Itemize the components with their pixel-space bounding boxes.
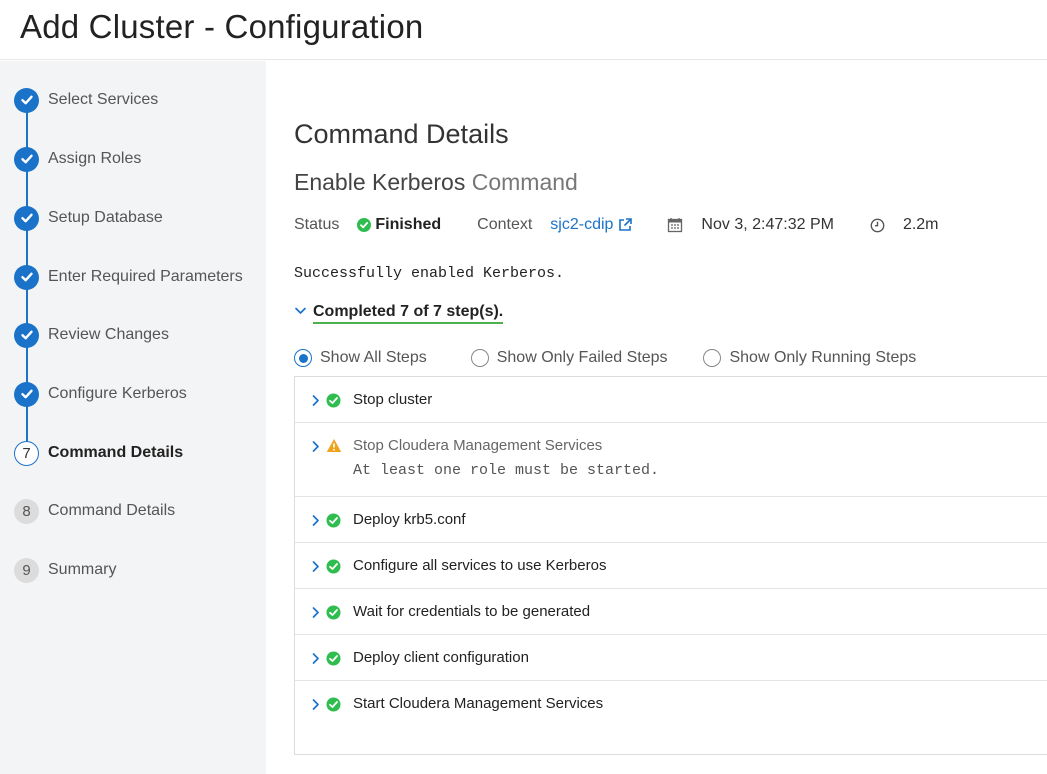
step-name: Start Cloudera Management Services <box>353 695 604 712</box>
wizard-step-configure-kerberos[interactable]: Configure Kerberos <box>14 381 187 407</box>
check-icon <box>14 381 39 407</box>
step-name: Configure all services to use Kerberos <box>353 557 607 574</box>
chevron-right-icon[interactable] <box>311 698 321 716</box>
command-status-row: Status Finished Context sjc2-cdip Nov 3,… <box>294 214 939 236</box>
duration: 2.2m <box>902 216 939 233</box>
command-step-row[interactable]: Stop cluster <box>295 377 1047 423</box>
context-link[interactable]: sjc2-cdip <box>550 216 613 234</box>
steps-summary-toggle[interactable]: Completed 7 of 7 step(s). <box>294 302 504 324</box>
command-step-row[interactable]: Wait for credentials to be generated <box>295 589 1047 635</box>
filter-label: Show All Steps <box>320 349 427 366</box>
check-icon <box>14 322 39 348</box>
step-name: Wait for credentials to be generated <box>353 603 591 620</box>
success-icon <box>326 559 341 579</box>
wizard-step-label: Command Details <box>48 502 176 519</box>
page-header: Add Cluster - Configuration <box>0 0 1047 60</box>
step-name: Stop cluster <box>353 391 433 408</box>
chevron-right-icon[interactable] <box>311 560 321 578</box>
wizard-step-summary: 9 Summary <box>14 557 116 583</box>
wizard-step-command-details-current[interactable]: 7 Command Details <box>14 440 183 466</box>
step-filter-group: Show All Steps Show Only Failed Steps Sh… <box>294 347 916 369</box>
section-title: Command Details <box>294 119 509 149</box>
step-name: Deploy client configuration <box>353 649 529 666</box>
filter-label: Show Only Failed Steps <box>496 349 668 366</box>
steps-summary-text: Completed 7 of 7 step(s). <box>313 303 504 324</box>
step-name: Stop Cloudera Management Services <box>353 437 603 454</box>
chevron-right-icon[interactable] <box>311 652 321 670</box>
success-icon <box>326 513 341 533</box>
radio-icon[interactable] <box>703 349 722 367</box>
context-label: Context <box>477 216 533 233</box>
check-icon <box>14 264 39 290</box>
external-link-icon[interactable] <box>617 217 633 233</box>
radio-icon[interactable] <box>470 349 489 367</box>
command-step-row[interactable]: Stop Cloudera Management Services At lea… <box>295 423 1047 497</box>
command-steps-list: Stop cluster Stop Cloudera Management Se… <box>294 376 1047 755</box>
success-icon <box>326 697 341 717</box>
status-value: Finished <box>375 216 442 233</box>
filter-show-running-steps[interactable]: Show Only Running Steps <box>703 349 916 367</box>
command-step-row[interactable]: Configure all services to use Kerberos <box>295 543 1047 589</box>
success-icon <box>326 605 341 625</box>
step-detail: At least one role must be started. <box>353 462 660 479</box>
wizard-step-assign-roles[interactable]: Assign Roles <box>14 146 141 172</box>
command-step-row[interactable]: Deploy krb5.conf <box>295 497 1047 543</box>
chevron-down-icon <box>294 304 307 322</box>
command-name: Enable Kerberos <box>294 169 466 195</box>
command-step-row[interactable]: Start Cloudera Management Services <box>295 681 1047 727</box>
command-result-message: Successfully enabled Kerberos. <box>294 265 565 282</box>
timestamp: Nov 3, 2:47:32 PM <box>701 216 834 233</box>
calendar-icon <box>667 217 683 233</box>
wizard-step-setup-database[interactable]: Setup Database <box>14 205 163 231</box>
check-icon <box>14 87 39 113</box>
check-icon <box>14 205 39 231</box>
command-suffix: Command <box>471 169 578 195</box>
wizard-step-enter-required-parameters[interactable]: Enter Required Parameters <box>14 264 243 290</box>
wizard-step-label: Configure Kerberos <box>48 385 187 402</box>
step-name: Deploy krb5.conf <box>353 511 466 528</box>
page-title: Add Cluster - Configuration <box>20 8 424 45</box>
success-icon <box>357 218 372 232</box>
warning-icon <box>326 438 342 458</box>
chevron-right-icon[interactable] <box>311 394 321 412</box>
wizard-step-label: Setup Database <box>48 209 163 226</box>
filter-show-failed-steps[interactable]: Show Only Failed Steps <box>470 349 668 367</box>
wizard-step-label: Select Services <box>48 91 159 108</box>
radio-selected-icon[interactable] <box>294 349 312 367</box>
command-step-row[interactable]: Deploy client configuration <box>295 635 1047 681</box>
success-icon <box>326 393 341 413</box>
wizard-step-label: Summary <box>48 561 117 578</box>
wizard-step-command-details-next: 8 Command Details <box>14 498 175 524</box>
filter-show-all-steps[interactable]: Show All Steps <box>294 349 427 367</box>
wizard-step-review-changes[interactable]: Review Changes <box>14 322 169 348</box>
check-icon <box>14 146 39 172</box>
clock-icon <box>870 218 885 233</box>
status-label: Status <box>294 216 340 233</box>
chevron-right-icon[interactable] <box>311 514 321 532</box>
wizard-step-label: Assign Roles <box>48 150 142 167</box>
wizard-step-label: Review Changes <box>48 326 169 343</box>
wizard-step-select-services[interactable]: Select Services <box>14 87 158 113</box>
step-number-badge: 9 <box>14 557 39 583</box>
step-number-badge: 8 <box>14 498 39 524</box>
filter-label: Show Only Running Steps <box>729 349 917 366</box>
success-icon <box>326 651 341 671</box>
wizard-step-label: Command Details <box>48 444 184 461</box>
chevron-right-icon[interactable] <box>311 440 321 458</box>
command-title: Enable Kerberos Command <box>294 169 578 196</box>
chevron-right-icon[interactable] <box>311 606 321 624</box>
step-number-badge: 7 <box>14 440 39 466</box>
wizard-step-label: Enter Required Parameters <box>48 268 243 285</box>
